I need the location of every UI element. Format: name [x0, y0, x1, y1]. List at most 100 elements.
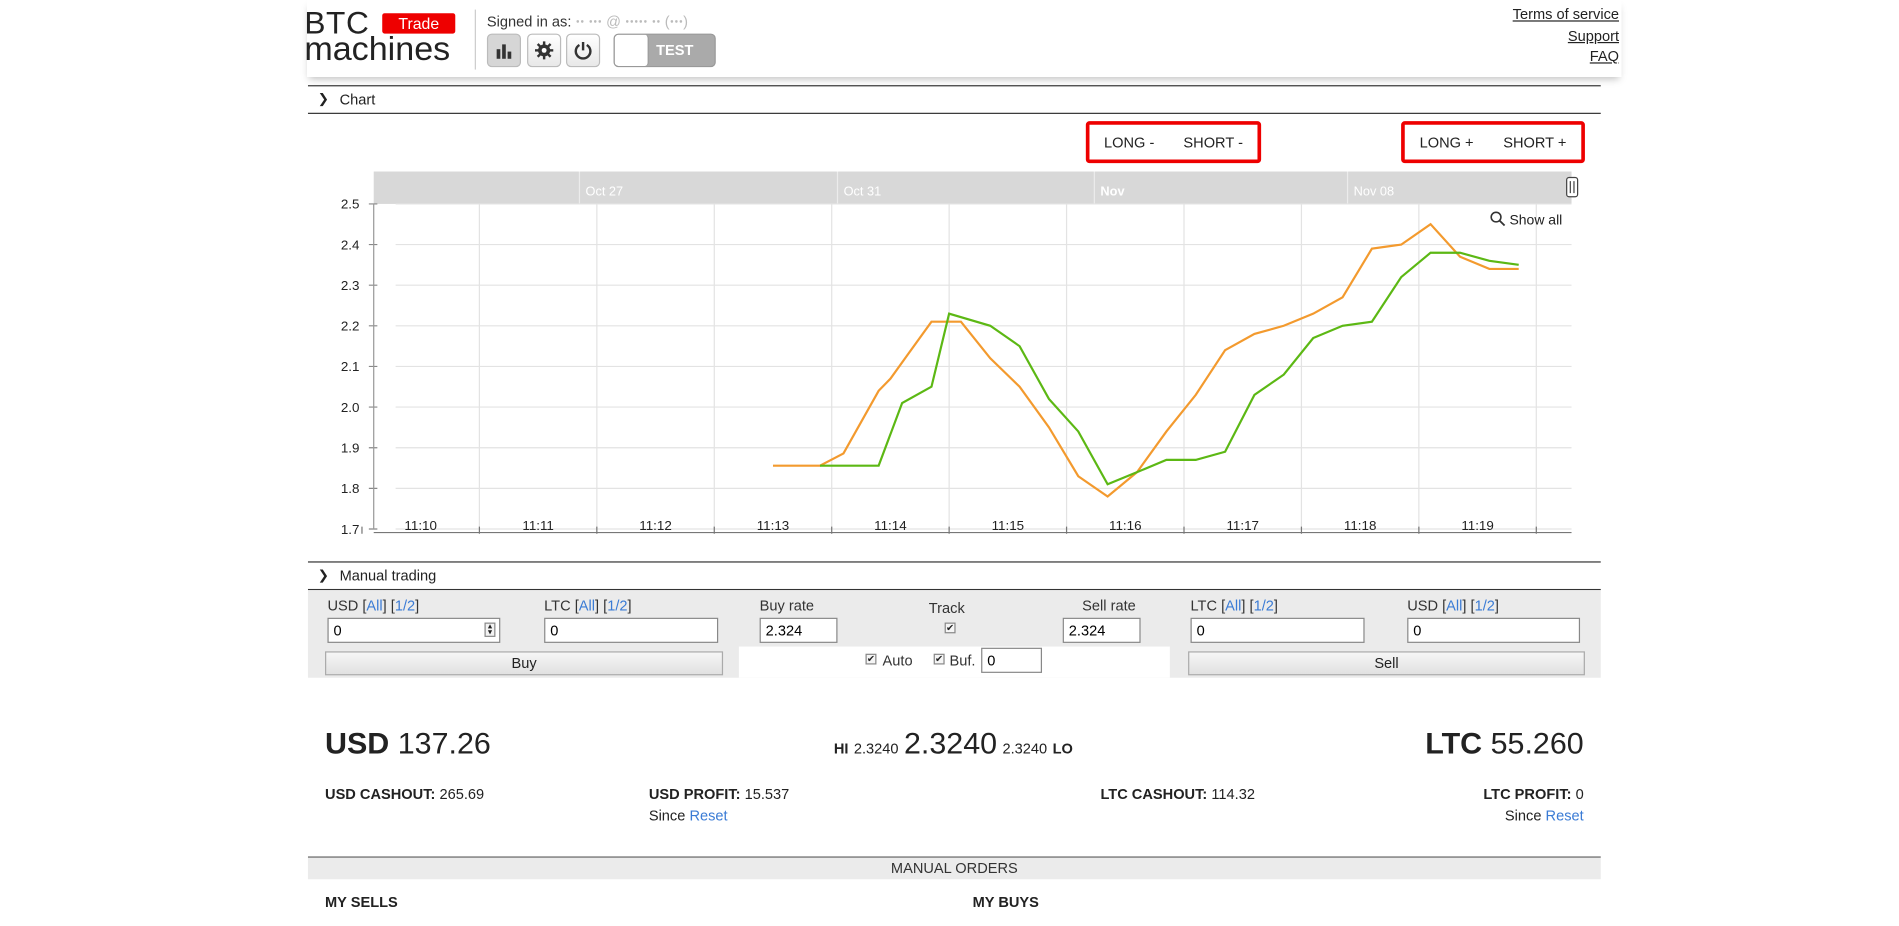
toggle-label: TEST	[656, 41, 694, 59]
zoom-icon	[1490, 211, 1502, 223]
chevron-down-icon: ❯	[317, 92, 329, 107]
ltc-right-half-link[interactable]: 1/2	[1254, 597, 1274, 614]
buf-checkbox[interactable]: ✔	[933, 653, 945, 665]
ltc-right-title: LTC	[1190, 597, 1218, 615]
buf-label: Buf.	[949, 652, 976, 670]
ltc-cashout-label: LTC CASHOUT:	[1100, 785, 1208, 803]
buf-input[interactable]	[981, 647, 1043, 673]
ltc-left-title: LTC	[544, 597, 571, 615]
signed-in-label: Signed in as:	[486, 13, 576, 30]
since-label: Since	[1504, 807, 1542, 825]
usd-right-input[interactable]	[1407, 617, 1581, 643]
ltc-cashout-value: 114.32	[1211, 785, 1255, 803]
usd-left-half-link[interactable]: 1/2	[395, 597, 415, 614]
y-tick-label: 2.1	[341, 359, 360, 374]
x-tick-label: 11:10	[404, 518, 436, 533]
buy-rate-input[interactable]	[759, 617, 838, 643]
logout-button[interactable]	[566, 33, 601, 68]
manual-trading-panel: USD [All] [1/2] ▴▾ LTC [All] [1/2] Buy r…	[307, 590, 1601, 678]
ltc-profit-label: LTC PROFIT:	[1483, 785, 1572, 803]
long-minus-button[interactable]: LONG -	[1104, 134, 1154, 151]
since-label: Since	[648, 807, 686, 825]
usd-profit-label: USD PROFIT:	[648, 785, 741, 803]
series-line-2	[819, 251, 1519, 486]
x-tick-label: 11:12	[639, 518, 671, 533]
ltc-right-label: LTC [All] [1/2]	[1190, 597, 1278, 615]
hi-label: HI	[833, 740, 849, 757]
track-checkbox[interactable]: ✔	[944, 622, 956, 634]
ltc-balance-label: LTC	[1425, 726, 1483, 761]
navigator-label: Nov	[1100, 185, 1124, 199]
ltc-balance-value: 55.260	[1490, 726, 1584, 761]
y-tick-label: 1.7	[341, 522, 360, 537]
support-link[interactable]: Support	[1513, 26, 1619, 47]
ltc-balance: LTC 55.260	[1425, 727, 1583, 762]
decrease-position-group: LONG - SHORT -	[1085, 121, 1262, 164]
bar-chart-icon	[496, 44, 512, 59]
power-icon	[574, 41, 592, 60]
ltc-reset-link[interactable]: Reset	[1546, 807, 1584, 824]
usd-right-title: USD	[1407, 597, 1439, 615]
test-mode-toggle[interactable]: TEST	[613, 33, 716, 68]
ltc-left-label: LTC [All] [1/2]	[544, 597, 632, 615]
settings-button[interactable]	[527, 33, 562, 68]
my-sells-heading: MY SELLS	[325, 893, 398, 911]
usd-balance-label: USD	[325, 726, 390, 761]
ltc-profit-since: Since Reset	[1505, 807, 1584, 824]
usd-left-all-link[interactable]: All	[366, 597, 382, 614]
signed-in-text: Signed in as: ꞏꞏ ꞏꞏꞏ @ ꞏꞏꞏꞏꞏ ꞏꞏ (ꞏꞏꞏ)	[487, 11, 688, 31]
y-tick-label: 2.0	[341, 400, 360, 415]
manual-trading-header[interactable]: ❯ Manual trading	[307, 561, 1601, 591]
y-tick-label: 2.5	[341, 197, 360, 212]
usd-right-all-link[interactable]: All	[1446, 597, 1462, 614]
usd-right-label: USD [All] [1/2]	[1407, 597, 1499, 615]
x-tick-label: 11:19	[1461, 518, 1493, 533]
logo-machines[interactable]: machines	[304, 32, 450, 66]
toggle-knob	[614, 34, 649, 66]
sell-button[interactable]: Sell	[1188, 651, 1585, 676]
header: BTC machines Trade Signed in as: ꞏꞏ ꞏꞏꞏ …	[304, 0, 1622, 77]
ltc-left-half-link[interactable]: 1/2	[607, 597, 627, 614]
y-tick-label: 2.3	[341, 278, 360, 293]
ltc-cashout: LTC CASHOUT: 114.32	[1100, 786, 1255, 803]
chart-view-button[interactable]	[486, 33, 522, 68]
sell-rate-input[interactable]	[1062, 617, 1141, 643]
show-all-button[interactable]: Show all	[1490, 211, 1562, 227]
y-tick-label: 2.2	[341, 319, 360, 334]
usd-reset-link[interactable]: Reset	[689, 807, 727, 824]
manual-orders-header: MANUAL ORDERS	[307, 856, 1601, 880]
ltc-left-input[interactable]	[544, 617, 719, 643]
show-all-label: Show all	[1509, 211, 1562, 227]
sell-rate-label: Sell rate	[1082, 597, 1136, 615]
chart-section-title: Chart	[339, 91, 376, 108]
auto-label: Auto	[882, 652, 913, 670]
faq-link[interactable]: FAQ	[1513, 47, 1619, 68]
usd-profit: USD PROFIT: 15.537	[649, 786, 789, 803]
auto-checkbox[interactable]: ✔	[865, 653, 877, 665]
navigator-label: Oct 27	[586, 185, 624, 199]
ltc-left-all-link[interactable]: All	[579, 597, 595, 614]
price-chart[interactable]: Oct 27 Oct 31 Nov Nov 08 2.5 2.4 2.3 2.2 2.1 2.0…	[308, 168, 1601, 540]
header-divider	[474, 9, 476, 70]
usd-right-half-link[interactable]: 1/2	[1475, 597, 1495, 614]
short-minus-button[interactable]: SHORT -	[1183, 134, 1243, 151]
spinner-icon[interactable]: ▴ ▾	[484, 622, 496, 637]
buy-button[interactable]: Buy	[325, 651, 724, 676]
short-plus-button[interactable]: SHORT +	[1503, 134, 1566, 151]
hi-value: 2.3240	[853, 740, 899, 757]
chart-section-header[interactable]: ❯ Chart	[307, 85, 1601, 114]
usd-left-label: USD [All] [1/2]	[327, 597, 420, 615]
navigator-handle[interactable]	[1566, 176, 1579, 198]
y-tick-label: 1.8	[341, 481, 360, 496]
terms-link[interactable]: Terms of service	[1513, 5, 1619, 26]
ltc-right-all-link[interactable]: All	[1225, 597, 1241, 614]
navigator-label: Nov 08	[1354, 185, 1394, 199]
ltc-profit: LTC PROFIT: 0	[1483, 786, 1583, 803]
buy-rate-label: Buy rate	[759, 597, 815, 615]
x-tick-label: 11:11	[522, 518, 553, 533]
ltc-right-input[interactable]	[1190, 617, 1365, 643]
usd-left-input[interactable]	[327, 617, 501, 643]
usd-left-title: USD	[327, 597, 359, 615]
long-plus-button[interactable]: LONG +	[1420, 134, 1474, 151]
lo-label: LO	[1052, 740, 1073, 757]
